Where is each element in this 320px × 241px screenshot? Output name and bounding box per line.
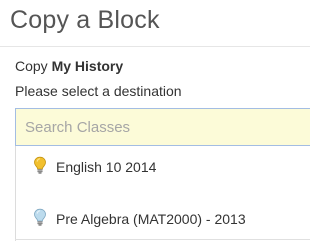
dialog-title: Copy a Block (10, 6, 160, 34)
class-results-list: English 10 2014 Pre Algebra (MAT2000) - … (15, 146, 310, 241)
title-divider (0, 46, 310, 47)
copy-description: Copy My History (15, 57, 123, 75)
class-label: Pre Algebra (MAT2000) - 2013 (56, 211, 246, 227)
copy-block-dialog: Copy a Block Copy My History Please sele… (0, 0, 310, 241)
class-result-item[interactable]: English 10 2014 (16, 146, 310, 190)
class-label: English 10 2014 (56, 159, 157, 175)
results-divider (15, 239, 310, 240)
block-name: My History (51, 58, 124, 74)
search-classes-input[interactable] (15, 108, 310, 146)
lightbulb-off-icon (34, 208, 46, 226)
destination-prompt: Please select a destination (15, 83, 182, 99)
copy-prefix: Copy (15, 58, 48, 74)
lightbulb-on-icon (34, 156, 46, 174)
class-result-item[interactable]: Pre Algebra (MAT2000) - 2013 (16, 198, 310, 241)
